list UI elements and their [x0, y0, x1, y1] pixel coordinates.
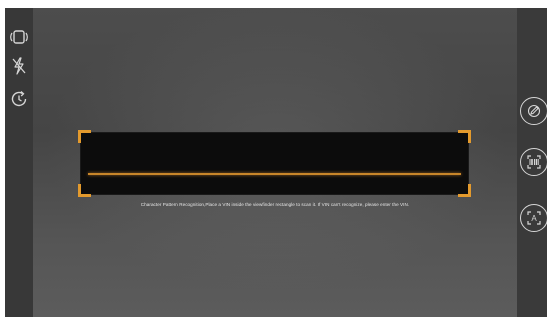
barcode-scan-icon [527, 155, 541, 169]
text-recognition-glyph: A [531, 214, 537, 223]
viewfinder-corner-bottom-right [458, 184, 471, 197]
flash-toggle-button[interactable] [8, 55, 30, 77]
scan-hint-text: Character Pattern Recognition,Place a VI… [140, 202, 410, 207]
viewfinder-corner-bottom-left [78, 184, 91, 197]
manual-input-icon [527, 104, 541, 118]
history-icon [11, 91, 27, 107]
scan-line [88, 173, 461, 175]
text-recognition-button[interactable]: A [520, 204, 547, 232]
rotate-screen-button[interactable] [8, 26, 30, 48]
text-recognition-icon: A [527, 211, 541, 225]
rotate-screen-icon [10, 30, 28, 44]
camera-screen: Character Pattern Recognition,Place a VI… [5, 8, 547, 317]
barcode-scan-button[interactable] [520, 148, 547, 176]
manual-input-button[interactable] [520, 97, 547, 125]
flash-off-icon [12, 57, 26, 75]
history-button[interactable] [8, 88, 30, 110]
viewfinder-rectangle [78, 130, 471, 197]
left-toolbar [5, 8, 33, 317]
viewfinder-corner-top-right [458, 130, 471, 143]
viewfinder-corner-top-left [78, 130, 91, 143]
